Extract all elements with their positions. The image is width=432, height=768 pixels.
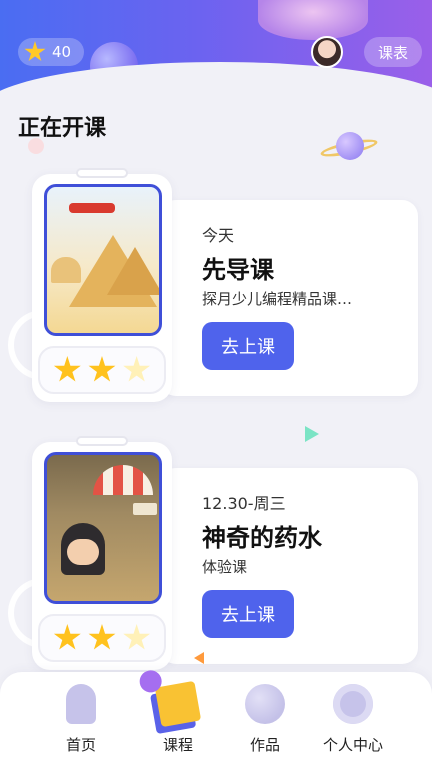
nav-label: 作品 [249, 736, 280, 754]
nav-item-courses[interactable]: 课程 [133, 672, 223, 768]
ufo-decoration [258, 0, 368, 40]
course-date: 今天 [202, 226, 235, 245]
page-title: 正在开课 [18, 116, 107, 141]
star-counter[interactable]: 40 [18, 38, 84, 66]
character-face-illustration [67, 539, 99, 565]
course-card[interactable]: 12.30-周三 神奇的药水 体验课 去上课 [0, 428, 432, 678]
nav-label: 首页 [65, 736, 96, 754]
star-filled-icon [88, 356, 116, 382]
astronaut-icon [333, 684, 373, 724]
star-filled-icon [88, 624, 116, 650]
drone-illustration [69, 203, 115, 213]
go-to-class-button[interactable]: 去上课 [202, 322, 294, 370]
course-title: 神奇的药水 [202, 524, 322, 552]
nav-label: 个人中心 [322, 736, 383, 754]
wave-decoration [0, 62, 432, 110]
device-handle [76, 168, 128, 178]
course-card[interactable]: 今天 先导课 探月少儿编程精品课… 去上课 [0, 160, 432, 410]
course-thumbnail[interactable] [44, 452, 162, 604]
schedule-button[interactable]: 课表 [364, 37, 422, 67]
avatar[interactable] [311, 36, 343, 68]
course-date: 12.30-周三 [202, 494, 286, 513]
nav-item-works[interactable]: 作品 [220, 672, 310, 768]
course-subtitle: 探月少儿编程精品课… [202, 290, 353, 308]
pyramid-illustration [107, 247, 159, 295]
star-icon [24, 41, 46, 62]
course-rating [38, 614, 166, 662]
course-device-frame [32, 168, 172, 402]
triangle-decoration [194, 652, 204, 664]
star-empty-icon [123, 624, 151, 650]
planet-icon [245, 684, 285, 724]
course-thumbnail[interactable] [44, 184, 162, 336]
nav-item-home[interactable]: 首页 [36, 672, 126, 768]
star-filled-icon [53, 356, 81, 382]
course-icon [154, 680, 202, 728]
parachute-illustration [93, 465, 153, 495]
bottom-nav: 首页 课程 作品 个人中心 [0, 672, 432, 768]
course-title: 先导课 [202, 256, 274, 284]
nav-item-profile[interactable]: 个人中心 [308, 672, 398, 768]
dot-decoration [28, 138, 44, 154]
star-count: 40 [52, 43, 72, 61]
nav-label: 课程 [162, 736, 193, 754]
course-rating [38, 346, 166, 394]
star-filled-icon [53, 624, 81, 650]
course-device-frame [32, 436, 172, 670]
star-empty-icon [123, 356, 151, 382]
saturn-decoration [336, 132, 364, 160]
rocket-icon [66, 684, 96, 724]
go-to-class-button[interactable]: 去上课 [202, 590, 294, 638]
sign-illustration [133, 503, 157, 515]
course-subtitle: 体验课 [202, 558, 248, 576]
device-handle [76, 436, 128, 446]
